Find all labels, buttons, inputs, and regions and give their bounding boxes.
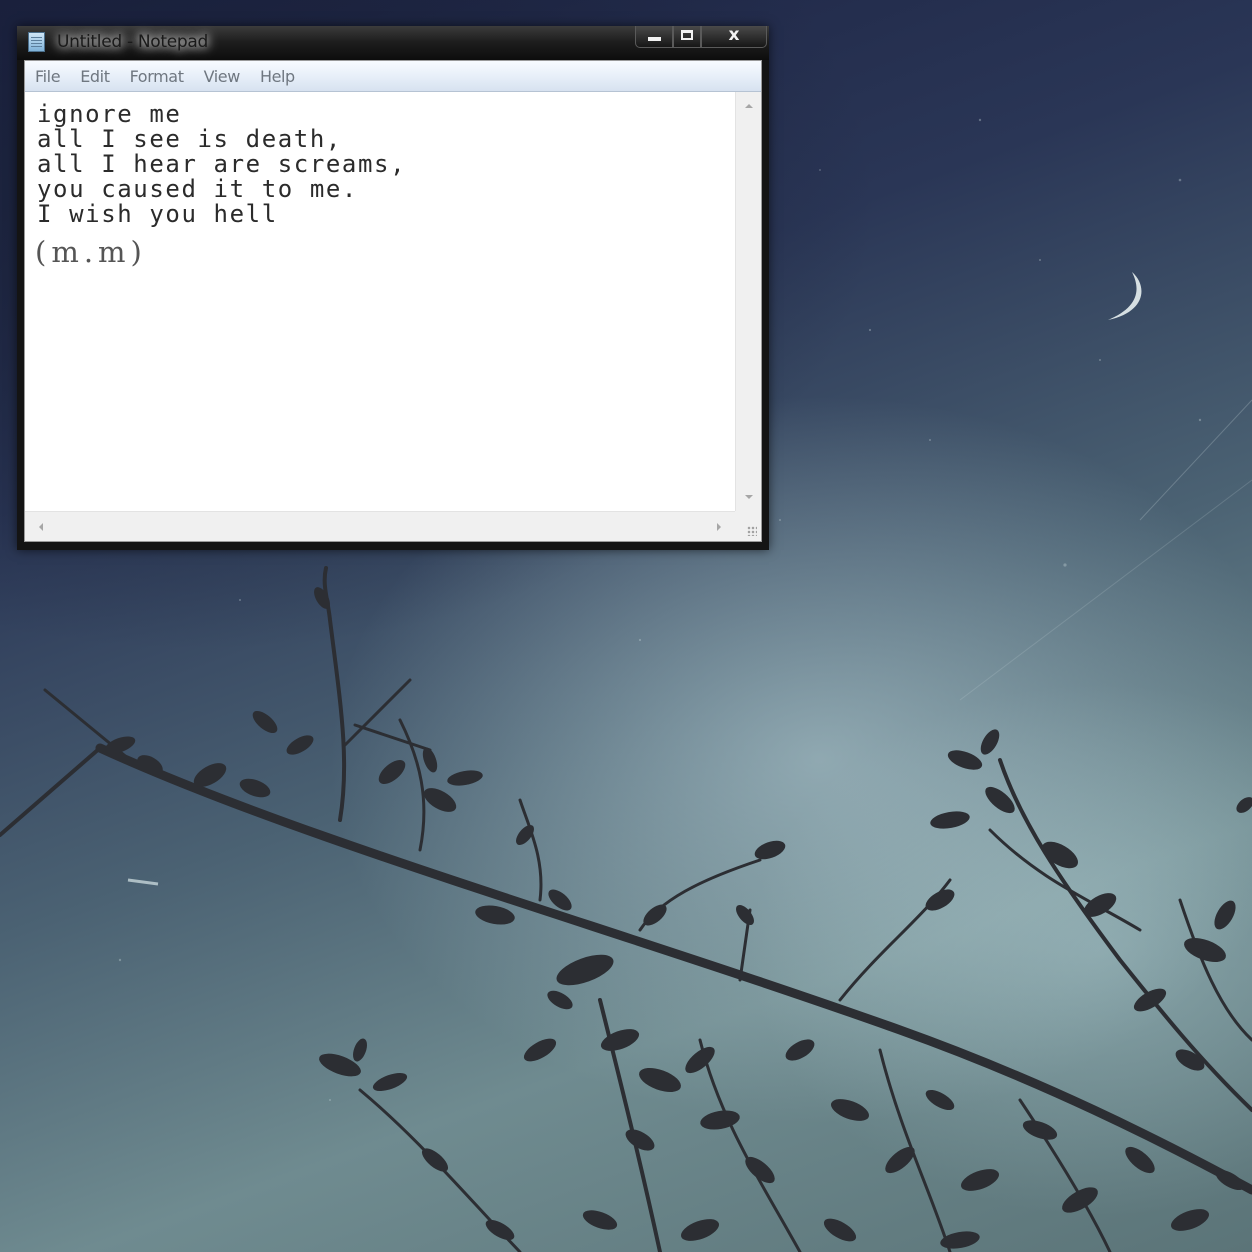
- chevron-left-icon[interactable]: [39, 523, 43, 531]
- horizontal-scrollbar[interactable]: [25, 511, 735, 541]
- minimize-icon: [648, 37, 661, 41]
- vertical-scrollbar[interactable]: [735, 92, 761, 511]
- title-bar[interactable]: Untitled - Notepad x: [17, 26, 769, 60]
- minimize-button[interactable]: [635, 26, 673, 48]
- chevron-right-icon[interactable]: [717, 523, 721, 531]
- notepad-window[interactable]: Untitled - Notepad x File Edit Format Vi…: [17, 26, 769, 550]
- menu-help[interactable]: Help: [250, 67, 305, 86]
- menu-edit[interactable]: Edit: [70, 67, 119, 86]
- close-icon: x: [728, 25, 740, 45]
- tree-leaves: [104, 587, 1252, 1249]
- menu-file[interactable]: File: [25, 67, 70, 86]
- tree-branches: [0, 566, 1252, 1252]
- window-controls: x: [635, 26, 767, 48]
- scratch-line: [959, 479, 1252, 701]
- text-editor[interactable]: ignore me all I see is death, all I hear…: [25, 92, 735, 511]
- close-button[interactable]: x: [701, 26, 767, 48]
- notepad-icon[interactable]: [28, 32, 45, 52]
- document-text[interactable]: ignore me all I see is death, all I hear…: [37, 102, 406, 227]
- menu-view[interactable]: View: [194, 67, 250, 86]
- notepad-client-area: File Edit Format View Help ignore me all…: [24, 60, 762, 542]
- maximize-icon: [681, 30, 693, 40]
- menu-bar: File Edit Format View Help: [25, 61, 761, 92]
- chevron-down-icon[interactable]: [745, 495, 753, 499]
- resize-grip-icon[interactable]: [735, 511, 761, 541]
- signature-text: (m.m): [35, 235, 147, 269]
- chevron-up-icon[interactable]: [745, 104, 753, 108]
- window-title: Untitled - Notepad: [57, 32, 209, 52]
- scratch-line: [1139, 399, 1252, 521]
- menu-format[interactable]: Format: [120, 67, 194, 86]
- crescent-moon: [1108, 272, 1142, 320]
- scratch-line: [127, 878, 159, 886]
- maximize-button[interactable]: [673, 26, 701, 48]
